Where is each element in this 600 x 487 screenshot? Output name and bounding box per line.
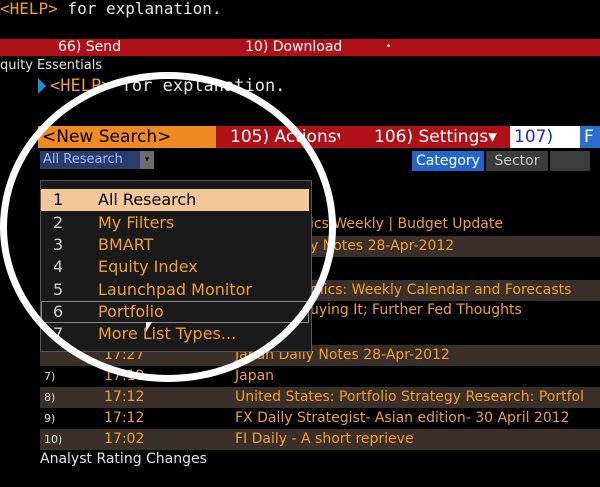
item-label: All Research	[98, 190, 197, 209]
table-row[interactable]: 10) 17:02 FI Daily - A short reprieve	[40, 429, 600, 450]
row-time: 17:02	[104, 431, 145, 447]
prompt-arrow-icon	[38, 78, 46, 94]
item-label: Launchpad Monitor	[98, 280, 252, 299]
bar-dot-icon: •	[386, 42, 392, 52]
row-number: 10)	[44, 433, 63, 446]
toolbar: <New Search> 105) Actions▾ 106) Settings…	[38, 126, 600, 148]
item-number: 4	[53, 257, 64, 276]
dropdown-item-all-research[interactable]: 1 All Research	[41, 189, 309, 211]
list-item[interactable]: y Notes 28-Apr-2012	[310, 236, 600, 257]
tab-sector[interactable]: Sector	[486, 151, 548, 171]
row-description: FX Daily Strategist- Asian edition- 30 A…	[235, 410, 570, 426]
item-number: 1	[53, 190, 64, 209]
row-time: 17:19	[104, 368, 145, 384]
item-number: 7	[53, 324, 64, 343]
dropdown-item-my-filters[interactable]: 2 My Filters	[41, 212, 309, 234]
table-row[interactable]: 9) 17:12 FX Daily Strategist- Asian edit…	[40, 408, 600, 429]
help-key-label: <HELP>	[50, 76, 112, 96]
chevron-down-icon[interactable]: ▾	[140, 151, 154, 169]
download-button[interactable]: 10) Download	[245, 39, 342, 56]
new-search-button[interactable]: <New Search>	[38, 126, 220, 148]
dropdown-item-portfolio[interactable]: 6 Portfolio	[41, 301, 309, 323]
help-key-label: <HELP>	[0, 0, 58, 18]
command-line-top[interactable]: <HELP> for explanation.	[0, 0, 600, 20]
dropdown-item-more-list-types[interactable]: 7 More List Types...	[41, 323, 309, 345]
row-number: 7)	[44, 370, 56, 383]
button-107[interactable]: 107)	[510, 126, 580, 148]
dropdown-item-bmart[interactable]: 3 BMART	[41, 234, 309, 256]
item-label: Portfolio	[98, 302, 164, 321]
item-label: BMART	[98, 235, 154, 254]
list-item[interactable]: mics: Weekly Calendar and Forecasts	[310, 280, 600, 301]
item-number: 6	[53, 302, 64, 321]
actions-menu-button[interactable]: 105) Actions▾	[216, 126, 340, 148]
item-label: Equity Index	[98, 257, 198, 276]
row-number: 9)	[44, 412, 56, 425]
list-item[interactable]: uying It; Further Fed Thoughts	[310, 300, 522, 321]
dropdown-item-equity-index[interactable]: 4 Equity Index	[41, 256, 309, 278]
row-description: Japan	[235, 368, 275, 384]
table-row[interactable]: 7) 17:19 Japan	[40, 366, 600, 387]
mouse-cursor-icon	[146, 322, 158, 332]
settings-menu-button[interactable]: 106) Settings▾	[340, 126, 510, 148]
tab-more[interactable]	[550, 151, 590, 171]
item-label: More List Types...	[98, 324, 237, 343]
item-number: 2	[53, 213, 64, 232]
send-button[interactable]: 66) Send	[58, 39, 121, 56]
list-type-select[interactable]: All Research	[40, 151, 140, 169]
row-number: 8)	[44, 391, 56, 404]
tab-category[interactable]: Category	[412, 151, 484, 171]
item-number: 3	[53, 235, 64, 254]
toolbar-overflow-button[interactable]: F	[580, 126, 600, 148]
table-row[interactable]: 8) 17:12 United States: Portfolio Strate…	[40, 387, 600, 408]
row-time: 17:12	[104, 410, 145, 426]
command-line[interactable]: <HELP> for explanation.	[38, 74, 598, 98]
row-time: 17:12	[104, 389, 145, 405]
function-bar: 66) Send 10) Download •	[0, 39, 600, 56]
help-hint-text: for explanation.	[111, 76, 286, 96]
list-item[interactable]: ics Weekly | Budget Update	[310, 214, 503, 235]
help-hint-text: for explanation.	[57, 0, 222, 18]
app-title: quity Essentials	[0, 58, 103, 73]
row-description: United States: Portfolio Strategy Resear…	[235, 389, 584, 405]
item-label: My Filters	[98, 213, 175, 232]
list-type-dropdown: 1 All Research 2 My Filters 3 BMART 4 Eq…	[40, 180, 312, 352]
item-number: 5	[53, 280, 64, 299]
row-description: FI Daily - A short reprieve	[235, 431, 414, 447]
section-heading: Analyst Rating Changes	[40, 451, 207, 467]
dropdown-item-launchpad-monitor[interactable]: 5 Launchpad Monitor	[41, 279, 309, 301]
